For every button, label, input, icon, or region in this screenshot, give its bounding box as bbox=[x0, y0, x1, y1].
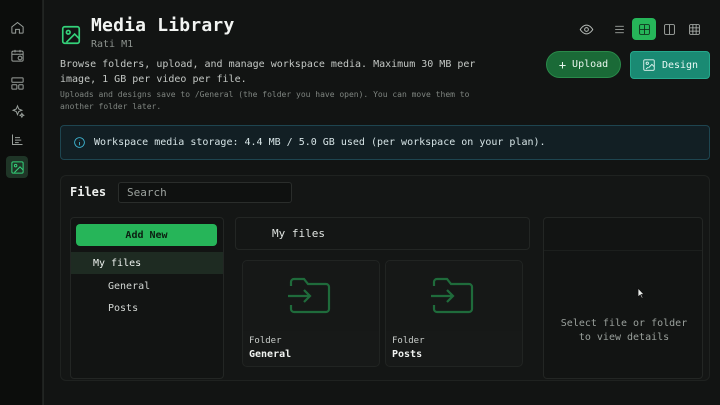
home-icon[interactable] bbox=[6, 16, 28, 38]
item-kind: Folder bbox=[249, 336, 282, 346]
page-description: Browse folders, upload, and manage works… bbox=[60, 59, 476, 85]
folder-move-icon bbox=[431, 277, 474, 314]
design-button[interactable]: Design bbox=[630, 51, 710, 79]
table-view-icon[interactable] bbox=[682, 18, 706, 40]
folder-move-icon bbox=[288, 277, 331, 314]
tree-item-label: My files bbox=[93, 257, 142, 269]
tree-item-label: General bbox=[108, 280, 151, 292]
upload-button[interactable]: + Upload bbox=[546, 51, 621, 78]
add-new-button[interactable]: Add New bbox=[76, 224, 217, 246]
details-empty-text: Select file or folder to view details bbox=[560, 318, 688, 343]
files-section: Files Add New My files General Posts My … bbox=[60, 175, 710, 381]
list-view-icon[interactable] bbox=[607, 18, 631, 40]
upload-location-note: Uploads and designs save to /General (th… bbox=[60, 90, 470, 111]
tree-item-general[interactable]: General bbox=[71, 275, 223, 297]
split-view-icon[interactable] bbox=[657, 18, 681, 40]
folder-thumbnail bbox=[243, 261, 379, 331]
calendar-icon[interactable] bbox=[6, 44, 28, 66]
details-header bbox=[544, 218, 702, 251]
folder-tree: Add New My files General Posts bbox=[70, 217, 224, 379]
item-name: Posts bbox=[392, 349, 423, 360]
page-title: Media Library bbox=[91, 15, 235, 36]
folder-card-posts[interactable]: Folder Posts bbox=[385, 260, 523, 367]
eye-icon[interactable] bbox=[577, 20, 595, 38]
current-folder-label: My files bbox=[272, 227, 325, 240]
item-kind: Folder bbox=[392, 336, 425, 346]
details-panel: Select file or folder to view details bbox=[543, 217, 703, 379]
info-icon bbox=[74, 137, 85, 148]
media-library-panel: Media Library Rati M1 Browse folders, up… bbox=[43, 0, 720, 405]
search-input[interactable] bbox=[118, 182, 292, 203]
files-title: Files bbox=[70, 185, 107, 199]
layout-icon[interactable] bbox=[6, 72, 28, 94]
storage-usage-text: Workspace media storage: 4.4 MB / 5.0 GB… bbox=[94, 137, 546, 148]
storage-banner: Workspace media storage: 4.4 MB / 5.0 GB… bbox=[60, 125, 710, 160]
sparkles-icon[interactable] bbox=[6, 100, 28, 122]
breadcrumb: My files bbox=[235, 217, 530, 250]
design-button-label: Design bbox=[661, 59, 699, 71]
tree-item-posts[interactable]: Posts bbox=[71, 297, 223, 319]
media-icon[interactable] bbox=[6, 156, 28, 178]
design-image-icon bbox=[643, 59, 655, 71]
analytics-icon[interactable] bbox=[6, 128, 28, 150]
upload-button-label: Upload bbox=[572, 59, 609, 70]
left-rail bbox=[0, 0, 43, 405]
workspace-name: Rati M1 bbox=[91, 39, 134, 50]
plus-icon: + bbox=[558, 57, 567, 72]
item-name: General bbox=[249, 349, 292, 360]
folder-card-general[interactable]: Folder General bbox=[242, 260, 380, 367]
grid-view-icon[interactable] bbox=[632, 18, 656, 40]
folder-thumbnail bbox=[386, 261, 522, 331]
tree-item-my-files[interactable]: My files bbox=[71, 252, 223, 274]
tree-item-label: Posts bbox=[108, 302, 139, 314]
media-library-icon bbox=[60, 24, 82, 46]
mouse-cursor-icon bbox=[637, 287, 645, 299]
